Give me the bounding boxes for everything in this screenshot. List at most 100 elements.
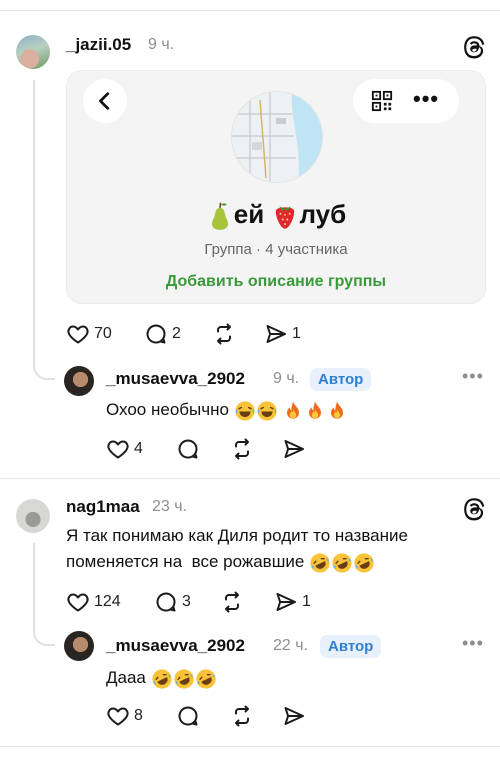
- reply-text-content: Охоо необычно: [106, 400, 229, 419]
- group-map-avatar: [231, 91, 323, 183]
- reply-actions: 8: [106, 703, 326, 729]
- rofl-emoji-icon: [173, 668, 195, 690]
- rofl-emoji-icon: [353, 552, 375, 574]
- qr-code-icon[interactable]: [371, 90, 393, 112]
- heart-icon: [66, 322, 90, 346]
- more-dots-icon[interactable]: •••: [462, 366, 484, 387]
- reply-count: 2: [172, 325, 181, 342]
- avatar[interactable]: [16, 499, 50, 533]
- fire-emoji-icon: [282, 400, 304, 422]
- post-divider: [0, 746, 500, 747]
- send-icon: [274, 590, 298, 614]
- threads-logo-icon[interactable]: [460, 495, 488, 523]
- group-card[interactable]: ••• ей луб Группа · 4 участника Добавить…: [66, 70, 486, 304]
- rofl-emoji-icon: [309, 552, 331, 574]
- reply-button[interactable]: 2: [144, 321, 181, 347]
- reply-time: 22 ч.: [273, 637, 309, 654]
- share-count: 1: [292, 325, 301, 342]
- top-divider: [0, 10, 500, 11]
- post-divider: [0, 478, 500, 479]
- laughing-emoji-icon: [234, 400, 256, 422]
- thread-connector: [33, 358, 55, 380]
- strawberry-icon: [276, 206, 295, 229]
- like-button[interactable]: 70: [66, 321, 112, 347]
- repost-button[interactable]: [230, 703, 254, 729]
- card-actions: •••: [353, 79, 459, 123]
- post-text-line1: Я так понимаю как Диля родит то название: [66, 526, 408, 545]
- share-button[interactable]: 1: [264, 321, 301, 347]
- back-button[interactable]: [83, 79, 127, 123]
- pear-icon: [211, 202, 228, 230]
- share-button[interactable]: 1: [274, 589, 311, 615]
- group-name-part2: луб: [299, 199, 347, 229]
- reply-count: 3: [182, 593, 191, 610]
- reply-username[interactable]: _musaevva_2902: [106, 636, 245, 656]
- post-username[interactable]: _jazii.05: [66, 35, 131, 55]
- repost-icon: [230, 437, 254, 461]
- post-actions: 70 2 1: [66, 321, 326, 347]
- threads-logo-icon[interactable]: [460, 33, 488, 61]
- fire-emoji-icon: [326, 400, 348, 422]
- thread-line: [33, 543, 35, 628]
- reply-button[interactable]: [176, 436, 200, 462]
- like-button[interactable]: 8: [106, 703, 143, 729]
- fire-emoji-icon: [304, 400, 326, 422]
- reply-text: Дааа: [106, 665, 217, 691]
- reply-button[interactable]: 3: [154, 589, 191, 615]
- reply-time: 9 ч.: [273, 370, 300, 387]
- avatar[interactable]: [16, 35, 50, 69]
- reply-username[interactable]: _musaevva_2902: [106, 369, 245, 389]
- rofl-emoji-icon: [331, 552, 353, 574]
- post-text-line2-row: поменяется на все рожавшие: [66, 549, 408, 575]
- group-meta: Группа · 4 участника: [204, 241, 348, 258]
- send-icon: [264, 322, 288, 346]
- post-text-line2: поменяется на все рожавшие: [66, 552, 305, 571]
- repost-button[interactable]: [220, 589, 244, 615]
- repost-button[interactable]: [230, 436, 254, 462]
- post-text: Я так понимаю как Диля родит то название…: [66, 523, 408, 575]
- add-description-link[interactable]: Добавить описание группы: [67, 273, 485, 291]
- like-button[interactable]: 124: [66, 589, 121, 615]
- post-username[interactable]: nag1maa: [66, 497, 140, 517]
- comment-icon: [154, 590, 178, 614]
- author-badge: Автор: [310, 368, 372, 391]
- send-icon: [282, 437, 306, 461]
- rofl-emoji-icon: [195, 668, 217, 690]
- comment-icon: [176, 437, 200, 461]
- reply-text-content: Дааа: [106, 668, 146, 687]
- group-name: ей луб: [67, 199, 485, 231]
- share-button[interactable]: [282, 703, 306, 729]
- chevron-left-icon: [99, 92, 110, 110]
- share-count: 1: [302, 593, 311, 610]
- like-count: 70: [94, 325, 112, 342]
- post-time: 23 ч.: [152, 498, 188, 515]
- like-button[interactable]: 4: [106, 436, 143, 462]
- thread-connector: [33, 624, 55, 646]
- group-name-part1: ей: [233, 199, 265, 229]
- comment-icon: [176, 704, 200, 728]
- send-icon: [282, 704, 306, 728]
- avatar[interactable]: [64, 366, 94, 396]
- comment-icon: [144, 322, 168, 346]
- more-dots-icon[interactable]: •••: [462, 633, 484, 654]
- share-button[interactable]: [282, 436, 306, 462]
- more-dots-icon[interactable]: •••: [413, 88, 439, 110]
- post-actions: 124 3 1: [66, 589, 326, 615]
- laughing-emoji-icon: [256, 400, 278, 422]
- like-count: 4: [134, 440, 143, 457]
- reply-button[interactable]: [176, 703, 200, 729]
- heart-icon: [106, 437, 130, 461]
- author-badge: Автор: [320, 635, 382, 658]
- avatar[interactable]: [64, 631, 94, 661]
- repost-icon: [212, 322, 236, 346]
- repost-button[interactable]: [212, 321, 236, 347]
- like-count: 124: [94, 593, 121, 610]
- post-time: 9 ч.: [148, 36, 175, 53]
- heart-icon: [106, 704, 130, 728]
- reply-actions: 4: [106, 436, 326, 462]
- thread-line: [33, 80, 35, 362]
- repost-icon: [230, 704, 254, 728]
- rofl-emoji-icon: [151, 668, 173, 690]
- repost-icon: [220, 590, 244, 614]
- heart-icon: [66, 590, 90, 614]
